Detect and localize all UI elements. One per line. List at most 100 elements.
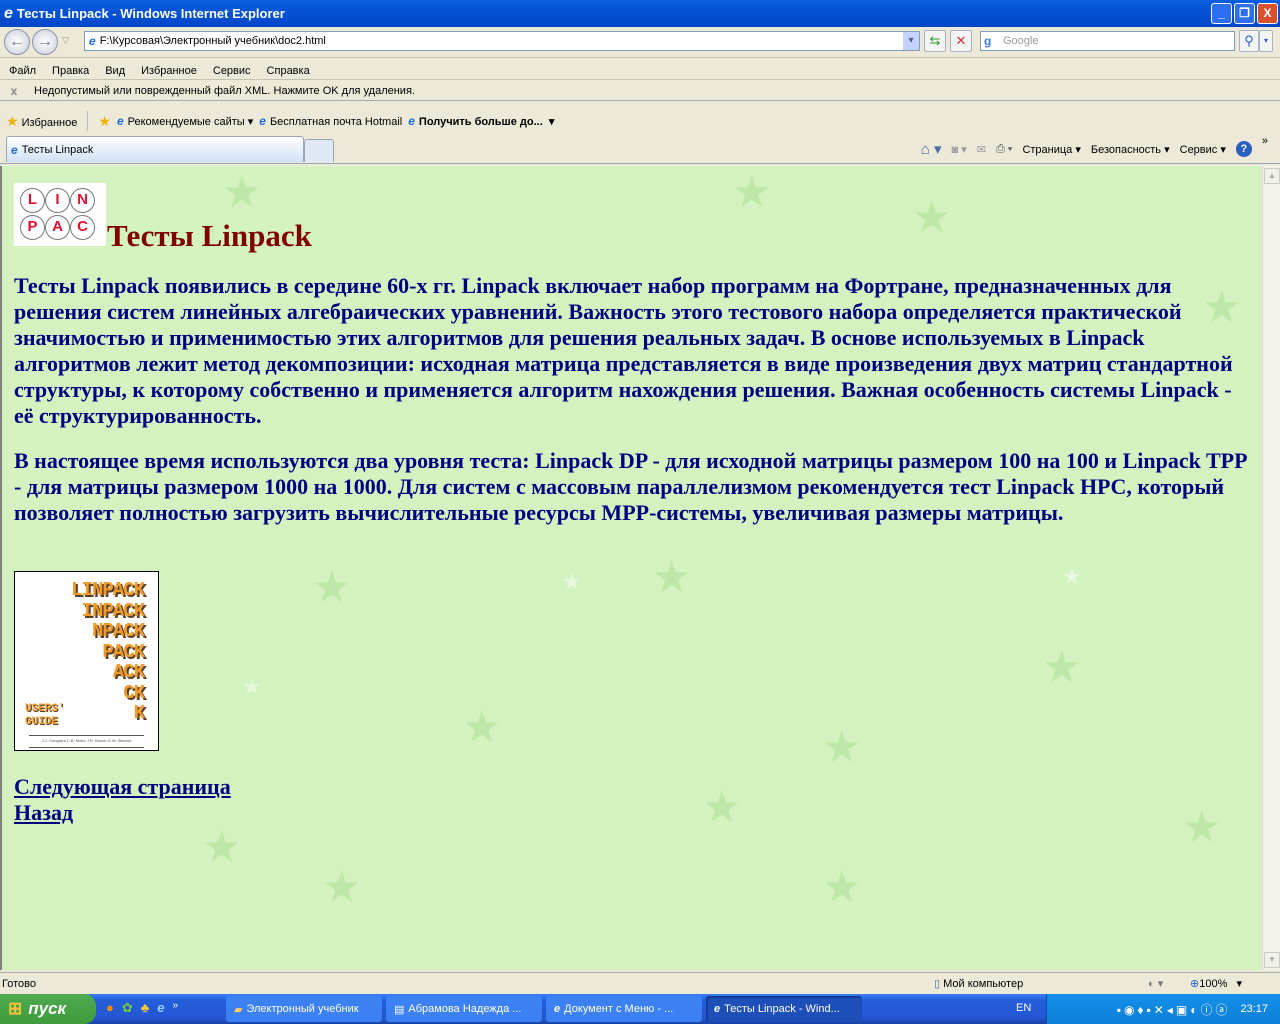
minimize-button[interactable]: _ (1211, 3, 1232, 24)
stop-button[interactable]: ✕ (950, 30, 972, 52)
book-subtitle: GUIDE (25, 716, 59, 728)
background-star: ★ (702, 783, 742, 832)
task-folder[interactable]: ▰ Электронный учебник (226, 996, 382, 1022)
logo-letter: L (20, 188, 45, 213)
mail-icon[interactable]: ✉ (977, 143, 986, 156)
background-star: ★ (1042, 643, 1082, 692)
more-commands[interactable]: » (1262, 135, 1268, 147)
fav-suggested-sites[interactable]: e Рекомендуемые сайты ▾ (117, 114, 253, 128)
restore-button[interactable]: ❐ (1234, 3, 1255, 24)
quicklaunch-icon[interactable]: ♣ (141, 1000, 150, 1016)
book-subtitle: USERS' (25, 703, 65, 715)
ie-icon: e (4, 4, 13, 22)
background-star: ★ (732, 168, 772, 217)
search-placeholder: Google (1003, 35, 1039, 47)
search-input[interactable]: g Google (980, 31, 1235, 51)
computer-zone: ▯ Мой компьютер (934, 977, 1023, 990)
favorites-button[interactable]: ★ Избранное (6, 113, 77, 130)
back-link[interactable]: Назад (14, 800, 73, 826)
print-icon[interactable]: ⎙ ▾ (996, 143, 1012, 156)
background-star: ★ (912, 193, 952, 242)
tools-menu[interactable]: Сервис ▾ (1180, 143, 1226, 156)
language-indicator[interactable]: EN (1016, 1002, 1031, 1014)
zoom-control[interactable]: ⊕100% ▾ (1190, 977, 1242, 990)
task-label: Абрамова Надежда ... (408, 1003, 522, 1015)
safety-menu-label: Безопасность (1090, 143, 1162, 156)
page-heading: Тесты Linpack (107, 218, 312, 253)
address-input[interactable]: e F:\Курсовая\Электронный учебник\doc2.h… (84, 31, 920, 51)
word-icon: ▤ (394, 1003, 405, 1016)
fav-get-more[interactable]: e Получить больше до... ▾ (408, 114, 554, 128)
vertical-scrollbar[interactable]: ▲ ▼ (1262, 166, 1280, 970)
task-ie-document[interactable]: e Документ с Меню - ... (546, 996, 702, 1022)
quicklaunch-icon[interactable]: ● (106, 1000, 114, 1016)
ie-icon[interactable]: e (157, 1000, 164, 1016)
background-star: ★ (322, 863, 362, 912)
scroll-down-arrow[interactable]: ▼ (1264, 952, 1280, 968)
page-content: ★ ★ ★ ★ ★ ★ ★ ★ ★ ★ ★ ★ ★ ★ ★ ★ ★ LIN PA… (0, 166, 1262, 970)
background-star: ★ (312, 563, 352, 612)
start-button[interactable]: ⊞ пуск (0, 994, 96, 1024)
background-star: ★ (652, 553, 692, 602)
tab-linpack[interactable]: e Тесты Linpack (6, 136, 304, 162)
fav-label: Рекомендуемые сайты (127, 116, 245, 128)
favorites-bar: ★ Избранное ★ e Рекомендуемые сайты ▾ e Бе… (0, 108, 1280, 134)
menu-view[interactable]: Вид (105, 65, 125, 77)
menu-favorites[interactable]: Избранное (141, 65, 197, 77)
help-icon[interactable]: ? (1235, 141, 1252, 157)
divider (87, 111, 89, 131)
windows-logo-icon: ⊞ (8, 999, 23, 1018)
menu-help[interactable]: Справка (267, 65, 310, 77)
fav-label: Получить больше до... (418, 116, 543, 128)
background-star: ★ (462, 703, 502, 752)
safety-menu[interactable]: Безопасность ▾ (1091, 143, 1170, 156)
window-title: Тесты Linpack - Windows Internet Explore… (16, 6, 285, 21)
logo-letter: N (70, 188, 95, 213)
address-text: F:\Курсовая\Электронный учебник\doc2.htm… (99, 35, 326, 47)
fav-hotmail[interactable]: e Бесплатная почта Hotmail (259, 114, 402, 128)
favorites-label: Избранное (21, 116, 78, 129)
logo-letter: I (45, 188, 70, 213)
background-star: ★ (222, 168, 262, 217)
status-bar: Готово ▯ Мой компьютер ◐ ▾ ⊕100% ▾ (0, 972, 1280, 994)
tray-icons[interactable]: ▪◉♦▪✕◂▣◐ⓘⓐ (1117, 1001, 1231, 1018)
close-button[interactable]: X (1257, 3, 1278, 24)
menu-edit[interactable]: Правка (52, 65, 89, 77)
book-title-line: K (133, 702, 145, 724)
task-word[interactable]: ▤ Абрамова Надежда ... (386, 996, 542, 1022)
zoom-icon: ⊕ (1190, 978, 1200, 990)
info-bar: x Недопустимый или поврежденный файл XML… (0, 81, 1280, 101)
back-button[interactable]: ← (4, 29, 30, 55)
task-label: Тесты Linpack - Wind... (724, 1003, 840, 1015)
feeds-icon[interactable]: ◙ ▾ (952, 143, 967, 156)
paragraph-levels: В настоящее время используются два уровн… (14, 448, 1247, 525)
menu-file[interactable]: Файл (9, 65, 36, 77)
next-page-link[interactable]: Следующая страница (14, 774, 231, 800)
home-icon[interactable]: ⌂ ▾ (921, 140, 942, 158)
address-dropdown-icon[interactable]: ▾ (903, 32, 919, 50)
quicklaunch-icon[interactable]: ✿ (122, 1000, 133, 1016)
infobar-close-icon[interactable]: x (0, 84, 28, 98)
add-favorite-icon[interactable]: ★ (98, 113, 111, 130)
new-tab-button[interactable] (304, 139, 334, 162)
page-menu[interactable]: Страница ▾ (1022, 143, 1080, 156)
taskbar: ⊞ пуск ● ✿ ♣ e » ▰ Электронный учебник ▤ Аб… (0, 994, 1280, 1024)
menu-tools[interactable]: Сервис (213, 65, 251, 77)
refresh-button[interactable]: ⇆ (924, 30, 946, 52)
logo-letter: C (70, 215, 95, 240)
paragraph-intro: Тесты Linpack появились в середине 60-х … (14, 273, 1233, 428)
folder-icon: ▰ (234, 1003, 243, 1016)
scroll-up-arrow[interactable]: ▲ (1264, 168, 1280, 184)
history-dropdown-icon[interactable]: ▽ (62, 35, 69, 46)
background-star: ★ (562, 569, 582, 594)
search-options-icon[interactable]: ▾ (1259, 30, 1273, 52)
protected-mode-icon[interactable]: ◐ ▾ (1148, 977, 1163, 990)
search-button[interactable]: ⚲ (1239, 30, 1259, 52)
background-star: ★ (1062, 564, 1082, 589)
quicklaunch-more[interactable]: » (173, 1000, 179, 1016)
start-label: пуск (28, 999, 67, 1018)
task-ie-linpack[interactable]: e Тесты Linpack - Wind... (706, 996, 862, 1022)
book-title-line: NPACK (91, 620, 145, 642)
forward-button[interactable]: → (32, 29, 58, 55)
tools-menu-label: Сервис (1179, 143, 1218, 156)
